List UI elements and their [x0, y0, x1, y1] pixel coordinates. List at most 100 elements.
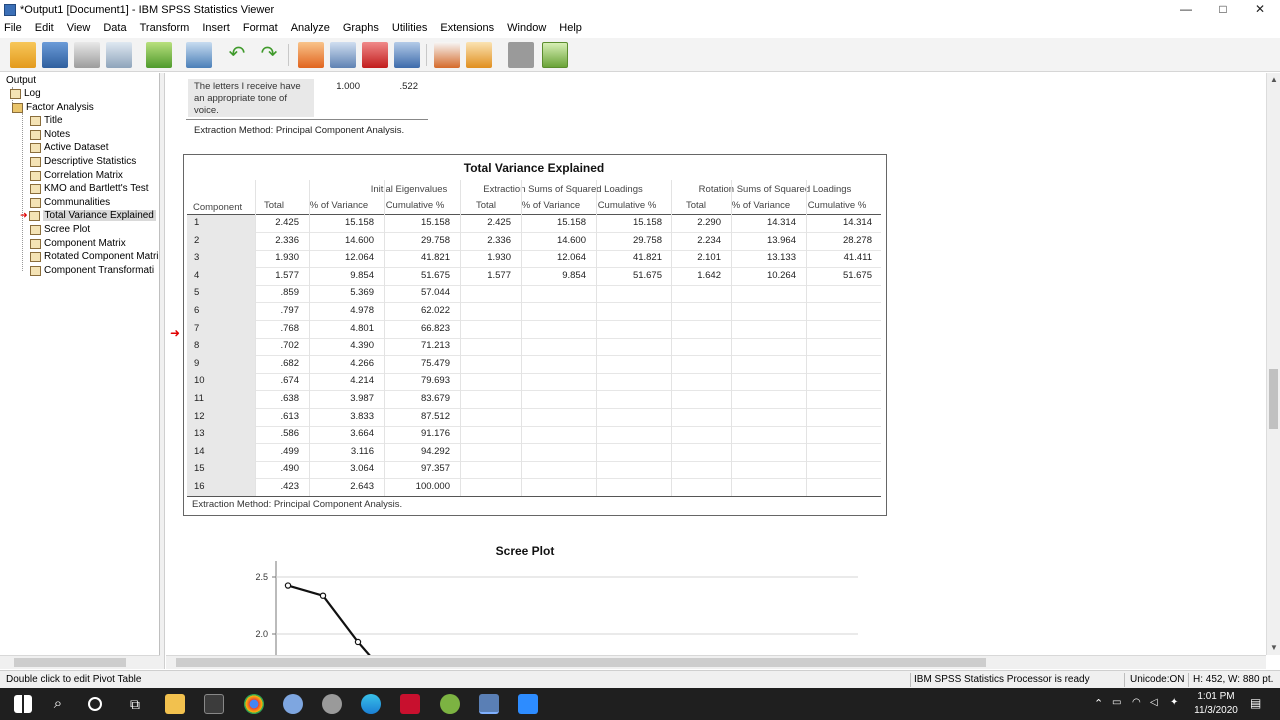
table-cell: 1.577 [275, 269, 299, 281]
table-cell: 28.278 [842, 234, 872, 246]
table-cell: 9.854 [350, 269, 374, 281]
outline-item-rotated-component-matrix[interactable]: Rotated Component Matri [30, 251, 159, 262]
component-number: 15 [194, 463, 205, 475]
select-last-output-icon[interactable] [466, 42, 492, 68]
scroll-down-icon[interactable]: ▼ [1270, 643, 1278, 652]
export-icon[interactable] [146, 42, 172, 68]
total-variance-explained-table[interactable]: Total Variance Explained Initial Eigenva… [183, 154, 887, 516]
content-vertical-scrollbar[interactable]: ▲ ▼ [1266, 73, 1280, 655]
communalities-table-tail[interactable]: The letters I receive have an appropriat… [186, 77, 428, 136]
table-cell: 12.064 [556, 252, 586, 264]
outline-item-active-dataset[interactable]: Active Dataset [30, 142, 108, 153]
table-icon [30, 197, 41, 208]
clock-time[interactable]: 1:01 PM [1196, 691, 1236, 702]
wifi-icon[interactable]: ◠ [1132, 697, 1141, 708]
output-content-pane: The letters I receive have an appropriat… [166, 73, 1266, 655]
menu-analyze[interactable]: Analyze [291, 22, 330, 34]
app-icon[interactable] [322, 694, 342, 714]
insert-new-output-icon[interactable] [542, 42, 568, 68]
scrollbar-thumb[interactable] [1269, 369, 1278, 429]
content-horizontal-scrollbar[interactable] [166, 655, 1266, 669]
outline-item-scree-plot[interactable]: Scree Plot [30, 224, 90, 235]
volume-icon[interactable]: ◁ [1150, 697, 1158, 708]
store-icon[interactable] [204, 694, 224, 714]
outline-item-communalities[interactable]: Communalities [30, 197, 110, 208]
zoom-icon[interactable] [518, 694, 538, 714]
menu-view[interactable]: View [67, 22, 91, 34]
component-number: 11 [194, 393, 204, 404]
outline-item-factor-analysis[interactable]: Factor Analysis [12, 102, 94, 113]
r-app-icon[interactable] [283, 694, 303, 714]
task-view-icon[interactable]: ⧉ [125, 694, 145, 714]
menu-extensions[interactable]: Extensions [440, 22, 494, 34]
redo-icon[interactable]: ↷ [256, 42, 282, 68]
scrollbar-thumb[interactable] [176, 658, 986, 667]
goto-data-icon[interactable] [298, 42, 324, 68]
green-app-icon[interactable] [440, 694, 460, 714]
menu-insert[interactable]: Insert [202, 22, 230, 34]
tray-chevron-icon[interactable]: ⌃ [1094, 697, 1103, 710]
y-tick-label: 2.0 [255, 629, 268, 639]
menu-edit[interactable]: Edit [35, 22, 54, 34]
outline-item-descriptive-statistics[interactable]: Descriptive Statistics [30, 156, 136, 167]
print-preview-icon[interactable] [106, 42, 132, 68]
print-icon[interactable] [74, 42, 100, 68]
menu-utilities[interactable]: Utilities [392, 22, 427, 34]
outline-item-correlation-matrix[interactable]: Correlation Matrix [30, 170, 123, 181]
status-bar: Double click to edit Pivot Table IBM SPS… [0, 670, 1280, 688]
menu-window[interactable]: Window [507, 22, 546, 34]
cortana-icon[interactable] [88, 697, 102, 711]
toolbar: ↶ ↷ [0, 38, 1280, 72]
outline-horizontal-scrollbar[interactable] [0, 655, 160, 669]
create-title-icon[interactable] [508, 42, 534, 68]
table-cell: .674 [280, 375, 300, 387]
table-cell: 15.158 [344, 217, 374, 228]
save-icon[interactable] [42, 42, 68, 68]
communalities-footnote: Extraction Method: Principal Component A… [194, 125, 405, 136]
close-button[interactable]: ✕ [1242, 0, 1278, 19]
outline-item-notes[interactable]: Notes [30, 129, 70, 140]
windows-start-icon[interactable] [14, 695, 32, 713]
undo-icon[interactable]: ↶ [224, 42, 250, 68]
menu-data[interactable]: Data [103, 22, 126, 34]
scree-plot-chart[interactable]: Scree Plot 2.5 2.0 [206, 539, 866, 655]
table-cell: 1.577 [487, 269, 511, 281]
scroll-up-icon[interactable]: ▲ [1270, 75, 1278, 84]
dropbox-icon[interactable]: ✦ [1170, 697, 1178, 708]
menu-help[interactable]: Help [559, 22, 582, 34]
table-cell: 15.158 [556, 217, 586, 228]
pane-splitter[interactable] [160, 73, 165, 669]
variables-icon[interactable] [394, 42, 420, 68]
outline-item-log[interactable]: Log [10, 88, 41, 99]
menu-graphs[interactable]: Graphs [343, 22, 379, 34]
outline-item-title[interactable]: Title [30, 115, 63, 126]
component-number: 6 [194, 305, 200, 316]
maximize-button[interactable]: □ [1205, 0, 1241, 19]
designate-window-icon[interactable] [434, 42, 460, 68]
search-icon[interactable]: ⌕ [48, 694, 68, 714]
outline-item-component-transformation[interactable]: Component Transformati [30, 265, 154, 276]
outline-item-component-matrix[interactable]: Component Matrix [30, 238, 126, 249]
chrome-icon[interactable] [244, 694, 264, 714]
battery-icon[interactable]: ▭ [1112, 697, 1121, 708]
outline-item-kmo-bartlett[interactable]: KMO and Bartlett's Test [30, 183, 149, 194]
acrobat-icon[interactable] [400, 694, 420, 714]
menu-transform[interactable]: Transform [140, 22, 190, 34]
notifications-icon[interactable]: ▤ [1250, 696, 1261, 710]
outline-item-output[interactable]: Output [6, 75, 36, 86]
spss-taskbar-icon[interactable] [479, 694, 499, 714]
open-folder-icon[interactable] [10, 42, 36, 68]
outline-item-total-variance-explained[interactable]: ➜ Total Variance Explained [20, 210, 156, 221]
menu-format[interactable]: Format [243, 22, 278, 34]
scrollbar-thumb[interactable] [14, 658, 126, 667]
file-explorer-icon[interactable] [165, 694, 185, 714]
clock-date[interactable]: 11/3/2020 [1190, 705, 1242, 716]
table-cell: 71.213 [420, 340, 450, 352]
goto-case-icon[interactable] [330, 42, 356, 68]
recall-dialog-icon[interactable] [186, 42, 212, 68]
minimize-button[interactable]: — [1168, 0, 1204, 19]
menu-file[interactable]: File [4, 22, 22, 34]
table-cell: 87.512 [420, 410, 450, 422]
goto-variable-icon[interactable] [362, 42, 388, 68]
edge-icon[interactable] [361, 694, 381, 714]
